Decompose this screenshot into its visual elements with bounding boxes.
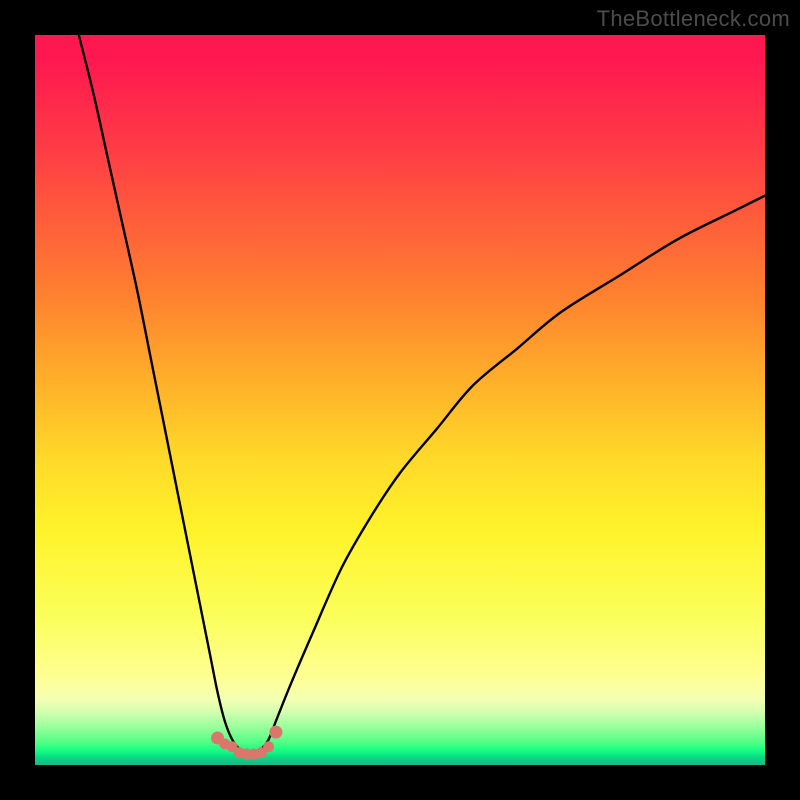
trough-marker [269,726,282,739]
watermark-text: TheBottleneck.com [597,6,790,32]
trough-marker [263,741,274,752]
chart-frame: TheBottleneck.com [0,0,800,800]
trough-markers [211,726,282,760]
bottleneck-curve [79,35,765,754]
chart-svg [35,35,765,765]
